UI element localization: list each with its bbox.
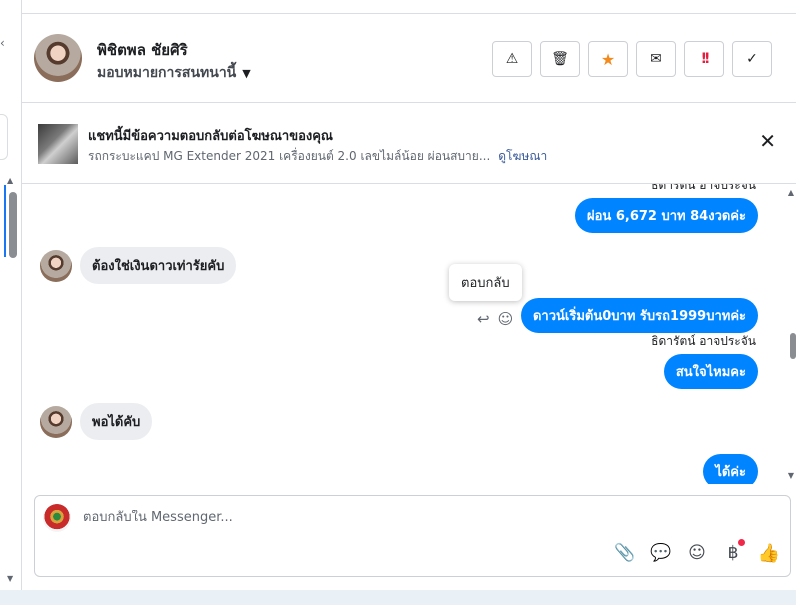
saved-replies-glyph: 💬	[650, 543, 672, 563]
attach-icon[interactable]: 📎	[614, 542, 636, 564]
assign-label: มอบหมายการสนทนานี้	[97, 65, 237, 81]
checkmark-icon: ✓	[746, 51, 758, 67]
close-icon[interactable]: ✕	[759, 131, 776, 151]
trash-icon: 🗑	[551, 51, 569, 67]
envelope-open-icon: ✉	[650, 51, 662, 67]
left-sidebar-strip: ‹ ▲ ▼	[0, 0, 22, 590]
sidebar-card-edge	[0, 114, 8, 160]
thumbs-up-icon[interactable]: 👍	[758, 542, 780, 564]
page-avatar	[43, 504, 71, 532]
reply-input[interactable]	[83, 510, 763, 525]
attach-glyph: 📎	[614, 543, 636, 563]
ad-thumbnail[interactable]	[38, 124, 78, 164]
thread-scrollbar-thumb[interactable]	[790, 333, 796, 359]
selected-indicator	[4, 185, 6, 257]
contact-name[interactable]: พิชิตพล ชัยศิริ	[97, 38, 188, 62]
outgoing-message[interactable]: ได้ค่ะ	[703, 454, 758, 484]
baht-glyph: ฿	[727, 543, 739, 563]
view-ad-link[interactable]: ดูโฆษณา	[498, 149, 547, 163]
conversation-header: พิชิตพล ชัยศิริ มอบหมายการสนทนานี้ ▼ ⚠ 🗑…	[22, 15, 796, 103]
follow-up-button[interactable]: !!	[684, 41, 724, 77]
chevron-left-icon[interactable]: ‹	[0, 36, 5, 50]
caret-down-icon: ▼	[242, 66, 251, 80]
thread-scroll-up-arrow[interactable]: ▲	[788, 188, 794, 197]
composer-tools: 📎 💬 ☺ ฿ 👍	[614, 539, 780, 564]
header-actions: ⚠ 🗑 ★ ✉ !! ✓	[492, 41, 772, 77]
react-icon[interactable]: ☺	[498, 310, 514, 328]
payment-icon[interactable]: ฿	[722, 539, 745, 564]
emoji-glyph: ☺	[688, 543, 706, 563]
reply-tooltip: ตอบกลับ	[449, 264, 522, 301]
emoji-icon[interactable]: ☺	[686, 542, 708, 564]
delete-button[interactable]: 🗑	[540, 41, 580, 77]
star-icon: ★	[600, 49, 616, 69]
bottom-bar	[0, 590, 796, 605]
outgoing-message[interactable]: ดาวน์เริ่มต้น0บาท รับรถ1999บาทค่ะ	[520, 298, 758, 333]
sender-label: ธิดารัตน์ อาจประจัน	[651, 184, 756, 192]
sidebar-scrollbar-thumb[interactable]	[9, 192, 17, 258]
notification-dot	[738, 539, 745, 546]
ad-banner-title: แชทนี้มีข้อความตอบกลับต่อโฆษณาของคุณ	[88, 129, 333, 144]
assign-conversation-dropdown[interactable]: มอบหมายการสนทนานี้ ▼	[97, 62, 251, 84]
ad-banner-subtitle: รถกระบะแคป MG Extender 2021 เครื่องยนต์ …	[88, 147, 547, 166]
double-exclamation-icon: !!	[700, 51, 711, 67]
contact-avatar-small[interactable]	[40, 250, 72, 282]
thumbs-up-glyph: 👍	[757, 542, 781, 564]
spam-button[interactable]: ⚠	[492, 41, 532, 77]
ad-description: รถกระบะแคป MG Extender 2021 เครื่องยนต์ …	[88, 149, 491, 163]
mark-unread-button[interactable]: ✉	[636, 41, 676, 77]
outgoing-message[interactable]: ผ่อน 6,672 บาท 84งวดค่ะ	[575, 198, 758, 233]
star-button[interactable]: ★	[588, 41, 628, 77]
contact-avatar-small[interactable]	[40, 406, 72, 438]
top-bar	[22, 0, 796, 14]
incoming-message[interactable]: ต้องใช่เงินดาวเท่ารัยคับ	[80, 247, 237, 284]
message-thread[interactable]: ▲ ▼ ธิดารัตน์ อาจประจัน ผ่อน 6,672 บาท 8…	[22, 184, 796, 484]
scroll-down-arrow[interactable]: ▼	[7, 574, 13, 583]
outgoing-message[interactable]: สนใจไหมคะ	[663, 354, 758, 389]
warning-icon: ⚠	[505, 51, 519, 67]
contact-avatar[interactable]	[34, 34, 82, 82]
ad-reply-banner: แชทนี้มีข้อความตอบกลับต่อโฆษณาของคุณ รถก…	[22, 104, 796, 184]
thread-scroll-down-arrow[interactable]: ▼	[788, 471, 794, 480]
sender-label: ธิดารัตน์ อาจประจัน	[651, 334, 756, 348]
saved-replies-icon[interactable]: 💬	[650, 542, 672, 564]
reply-composer: 📎 💬 ☺ ฿ 👍	[34, 495, 791, 577]
message-hover-tools: ↩ ☺	[477, 310, 513, 328]
reply-icon[interactable]: ↩	[477, 310, 490, 328]
incoming-message[interactable]: พอได้คับ	[80, 403, 153, 440]
scroll-up-arrow[interactable]: ▲	[7, 176, 13, 185]
done-button[interactable]: ✓	[732, 41, 772, 77]
